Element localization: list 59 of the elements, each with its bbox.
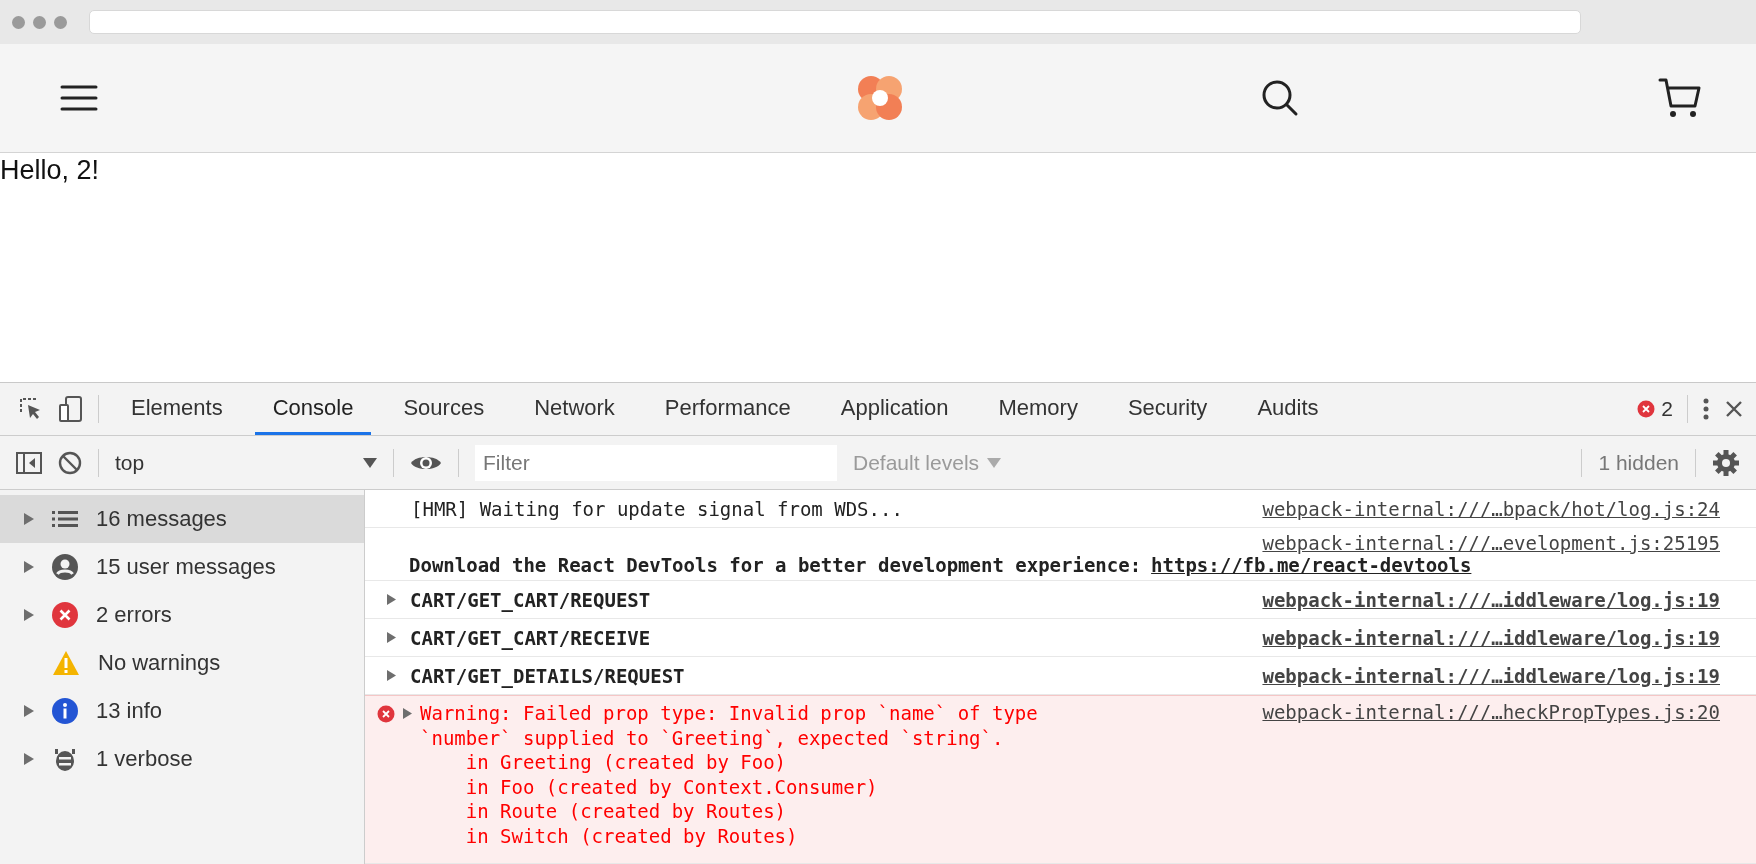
sidebar-item[interactable]: 15 user messages (0, 543, 364, 591)
source-link[interactable]: webpack-internal:///…bpack/hot/log.js:24 (1262, 497, 1720, 520)
devtools-tab[interactable]: Elements (113, 383, 241, 435)
error-icon (52, 602, 78, 628)
window-control-dot[interactable] (12, 15, 25, 29)
source-link[interactable]: webpack-internal:///…evelopment.js:25195 (1262, 532, 1720, 554)
device-toolbar-icon[interactable] (58, 395, 84, 423)
list-icon (52, 510, 78, 528)
flower-logo-icon[interactable] (856, 74, 904, 122)
devtools-tab[interactable]: Memory (980, 383, 1096, 435)
source-link[interactable]: webpack-internal:///…heckPropTypes.js:20 (1262, 701, 1720, 723)
devtools-tab[interactable]: Application (822, 383, 967, 435)
log-text: [HMR] Waiting for update signal from WDS... (411, 497, 904, 520)
hidden-count: 1 hidden (1598, 450, 1679, 475)
close-icon[interactable] (1724, 399, 1744, 419)
source-link[interactable]: webpack-internal:///…iddleware/log.js:19 (1262, 664, 1720, 687)
filter-field[interactable]: Filter (475, 444, 837, 481)
sidebar-item[interactable]: 13 info (0, 687, 364, 735)
expand-arrow-icon[interactable] (387, 670, 396, 681)
sidebar-toggle-icon[interactable] (16, 451, 42, 474)
window-control-dot[interactable] (54, 15, 67, 29)
log-text: Download the React DevTools for a better development experience: (409, 554, 1142, 576)
sidebar-item[interactable]: 2 errors (0, 591, 364, 639)
user-icon (52, 554, 78, 580)
error-icon (1637, 400, 1656, 418)
greeting-text: Hello, 2! (0, 154, 100, 186)
sidebar-item[interactable]: No warnings (0, 639, 364, 687)
more-options-icon[interactable] (1702, 397, 1710, 421)
devtools-tab[interactable]: Network (516, 383, 633, 435)
warning-icon (52, 650, 80, 676)
source-link[interactable]: webpack-internal:///…iddleware/log.js:19 (1262, 626, 1720, 649)
settings-icon[interactable] (1712, 448, 1740, 477)
action-type-text: CART/GET_CART/RECEIVE (410, 626, 652, 649)
info-icon (52, 698, 78, 724)
devtools-link[interactable]: https://fb.me/react-devtools (1151, 554, 1472, 576)
devtools-tab[interactable]: Performance (646, 383, 809, 435)
error-text: Warning: Failed prop type: Invalid prop `name` of type `number` supplied to `Greeting`, expected `string`. in Greeting (created by Foo) in Foo (created by Context.Consumer) in Route (created by Routes) in Switch (created by Routes) (420, 701, 1039, 848)
error-icon (377, 705, 395, 723)
cart-icon[interactable] (1658, 76, 1702, 120)
source-link[interactable]: webpack-internal:///…iddleware/log.js:19 (1262, 588, 1720, 611)
devtools-tab[interactable]: Audits (1239, 383, 1337, 435)
devtools-tab[interactable]: Security (1109, 383, 1226, 435)
error-count[interactable]: 2 (1661, 397, 1673, 421)
devtools-tab[interactable]: Sources (385, 383, 503, 435)
caret-icon (987, 457, 1002, 468)
search-icon[interactable] (1260, 78, 1300, 118)
expand-arrow-icon[interactable] (387, 594, 396, 605)
clear-console-icon[interactable] (58, 450, 82, 475)
context-dropdown[interactable]: top (115, 450, 377, 475)
expand-arrow-icon[interactable] (403, 708, 412, 719)
action-type-text: CART/GET_CART/REQUEST (410, 588, 652, 611)
sidebar-item[interactable]: 16 messages (0, 495, 364, 543)
expand-arrow-icon[interactable] (387, 632, 396, 643)
caret-icon (363, 457, 377, 468)
menu-icon[interactable] (60, 84, 98, 112)
window-control-dot[interactable] (33, 15, 46, 29)
bug-icon (52, 746, 78, 772)
sidebar-item[interactable]: 1 verbose (0, 735, 364, 783)
action-type-text: CART/GET_DETAILS/REQUEST (410, 664, 686, 687)
